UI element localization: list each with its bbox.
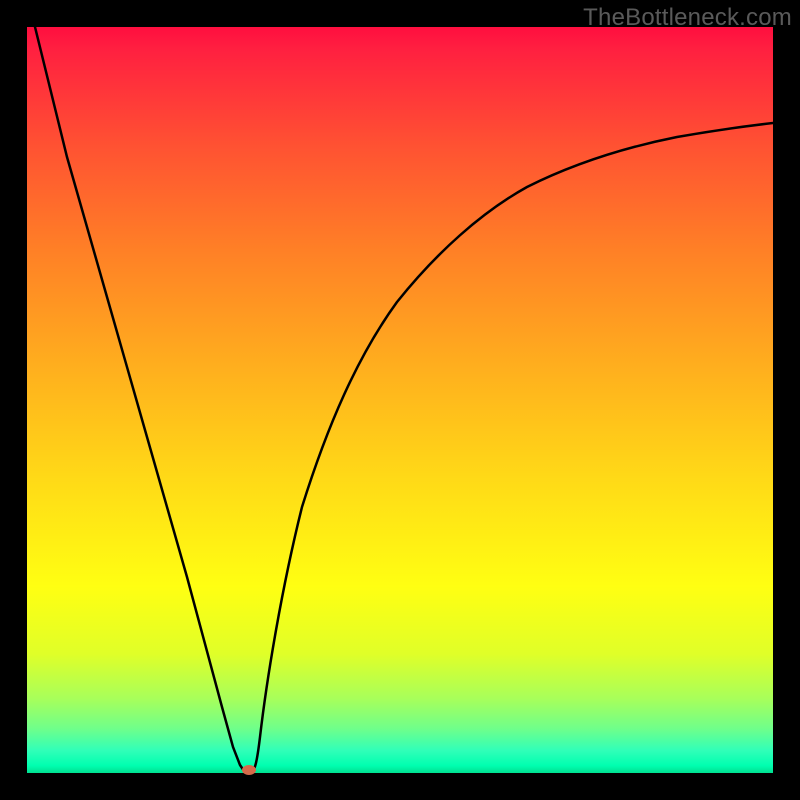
watermark-text: TheBottleneck.com: [583, 4, 792, 32]
minimum-marker: [242, 765, 256, 775]
right-branch-line: [252, 123, 773, 773]
left-branch-line: [35, 27, 248, 773]
curve-overlay: [27, 27, 773, 773]
